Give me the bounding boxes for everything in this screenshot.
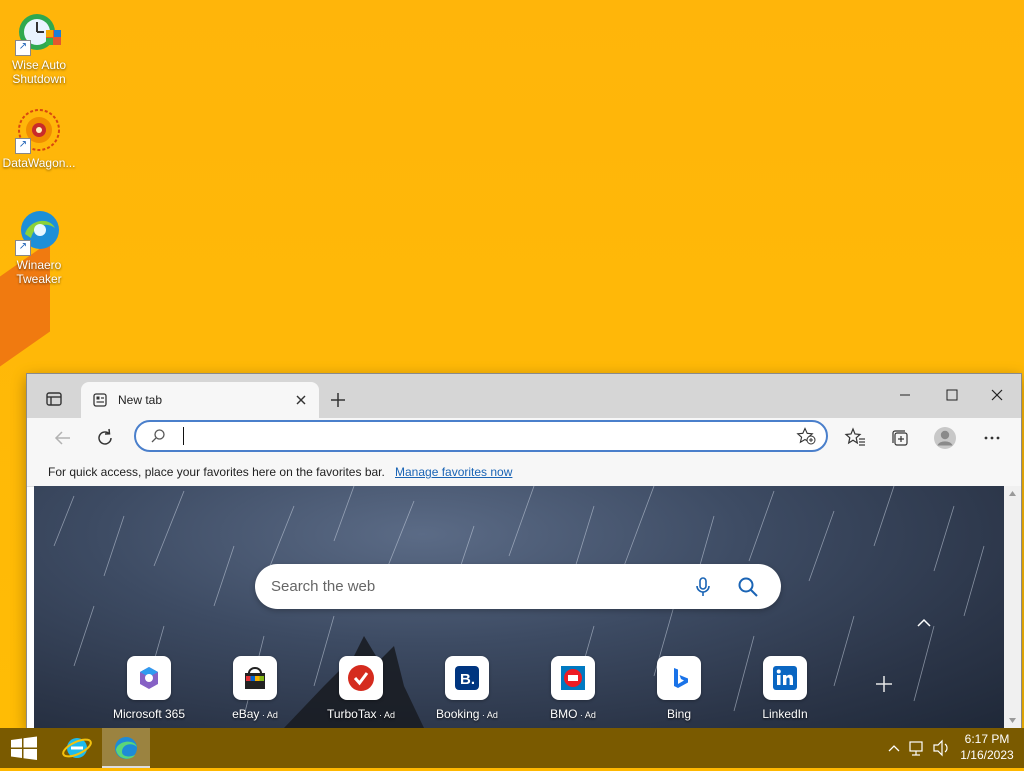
close-icon (991, 389, 1003, 401)
tab-title: New tab (118, 393, 163, 407)
chevron-up-icon (888, 745, 900, 752)
favorites-icon (844, 427, 865, 446)
tile-label: LinkedIn (762, 707, 808, 721)
close-tab-icon[interactable] (291, 390, 311, 410)
address-bar[interactable] (134, 420, 828, 452)
internet-explorer-icon (62, 738, 92, 758)
new-tab-page: Search the web Microsoft 365 eBay · Ad T… (34, 486, 1004, 728)
desktop-icon-wise-auto-shutdown[interactable]: ↗ Wise Auto Shutdown (1, 8, 77, 86)
datawagon-icon: ↗ (15, 106, 63, 154)
new-tab-button[interactable] (325, 387, 351, 413)
bing-icon (657, 656, 701, 700)
tab-strip: New tab (27, 374, 1021, 418)
wise-auto-shutdown-icon: ↗ (15, 8, 63, 56)
close-window-button[interactable] (974, 382, 1020, 410)
back-button[interactable] (49, 424, 77, 452)
tile-ad-label: · Ad (259, 710, 278, 720)
search-placeholder: Search the web (271, 578, 376, 595)
shortcut-arrow-icon: ↗ (15, 240, 31, 256)
edge-browser-window: New tab For quick access, place your fav… (27, 374, 1021, 728)
search-icon[interactable] (737, 576, 759, 598)
tab-actions-icon (46, 392, 62, 406)
desktop-icon-label: Winaero Tweaker (16, 258, 62, 286)
new-tab-page-icon (93, 393, 107, 407)
refresh-button[interactable] (91, 424, 119, 452)
plus-icon (876, 676, 892, 692)
minimize-button[interactable] (882, 382, 928, 410)
volume-icon (933, 739, 948, 757)
start-button[interactable] (0, 728, 48, 768)
tile-ad-label: · Ad (376, 710, 396, 720)
desktop-icon-winaero-tweaker[interactable]: ↗ Winaero Tweaker (1, 208, 77, 286)
minimize-icon (900, 394, 910, 396)
text-cursor (183, 427, 184, 445)
back-arrow-icon (54, 431, 70, 445)
desktop-icon-label: Wise Auto Shutdown (11, 58, 67, 86)
tile-label: Bing (666, 707, 692, 721)
bmo-icon (551, 656, 595, 700)
chevron-up-icon[interactable] (914, 616, 934, 630)
taskbar-clock[interactable]: 6:17 PM 1/16/2023 (954, 731, 1020, 763)
maximize-icon (946, 389, 958, 401)
microsoft-365-icon (127, 656, 171, 700)
manage-favorites-link[interactable]: Manage favorites now (395, 465, 512, 479)
svg-text:B.: B. (460, 671, 475, 688)
favorites-bar-message: For quick access, place your favorites h… (48, 465, 385, 479)
clock-time: 6:17 PM (964, 732, 1010, 746)
taskbar-microsoft-edge[interactable] (102, 728, 150, 768)
desktop-icon-datawagon[interactable]: ↗ DataWagon... (1, 106, 77, 170)
profile-button[interactable] (931, 424, 959, 452)
linkedin-icon (763, 656, 807, 700)
settings-and-more-button[interactable] (978, 424, 1006, 452)
microsoft-edge-icon (115, 737, 137, 759)
tile-ad-label: · Ad (479, 710, 498, 720)
more-icon (984, 436, 1000, 440)
tile-label: BMO (550, 707, 578, 721)
collections-button[interactable] (886, 424, 914, 452)
taskbar: 6:17 PM 1/16/2023 (0, 728, 1024, 768)
collections-icon (892, 430, 908, 446)
desktop-icon-label: DataWagon... (2, 156, 76, 170)
clock-date: 1/16/2023 (960, 748, 1014, 762)
plus-icon (331, 393, 345, 407)
quick-link-microsoft-365[interactable]: Microsoft 365 (104, 656, 194, 721)
turbotax-icon (339, 656, 383, 700)
page-scrollbar[interactable] (1004, 486, 1021, 728)
tab-actions-button[interactable] (41, 386, 67, 412)
refresh-icon (98, 428, 112, 445)
avatar-icon (934, 427, 956, 449)
quick-link-bing[interactable]: Bing (634, 656, 724, 721)
maximize-button[interactable] (928, 382, 974, 410)
tile-label: TurboTax (326, 707, 377, 721)
system-tray-icons[interactable] (884, 728, 956, 768)
add-shortcut-button[interactable] (872, 672, 896, 696)
web-search-box[interactable]: Search the web (255, 564, 781, 609)
search-icon (151, 429, 165, 443)
system-tray (884, 728, 956, 768)
quick-link-ebay[interactable]: eBay · Ad (210, 656, 300, 721)
add-favorite-icon[interactable] (796, 427, 816, 445)
tab-new-tab[interactable]: New tab (81, 382, 319, 418)
tile-label: Booking (436, 707, 480, 721)
favorites-button[interactable] (842, 424, 870, 452)
scrollbar-arrows (1009, 491, 1016, 723)
shortcut-arrow-icon: ↗ (15, 40, 31, 56)
favorites-bar: For quick access, place your favorites h… (27, 458, 1021, 487)
quick-link-booking[interactable]: B. Booking · Ad (422, 656, 512, 721)
windows-logo-icon (11, 736, 37, 760)
tile-ad-label: · Ad (577, 710, 596, 720)
booking-icon: B. (445, 656, 489, 700)
ebay-icon (233, 656, 277, 700)
winaero-tweaker-icon: ↗ (15, 208, 63, 256)
tile-label: Microsoft 365 (112, 707, 186, 721)
quick-link-bmo[interactable]: BMO · Ad (528, 656, 618, 721)
quick-link-turbotax[interactable]: TurboTax · Ad (316, 656, 406, 721)
taskbar-internet-explorer[interactable] (53, 728, 101, 768)
microphone-icon[interactable] (693, 576, 713, 598)
tile-label: eBay (232, 707, 260, 721)
shortcut-arrow-icon: ↗ (15, 138, 31, 154)
network-icon (909, 741, 923, 756)
navigation-bar (27, 418, 1021, 458)
quick-link-linkedin[interactable]: LinkedIn (740, 656, 830, 721)
